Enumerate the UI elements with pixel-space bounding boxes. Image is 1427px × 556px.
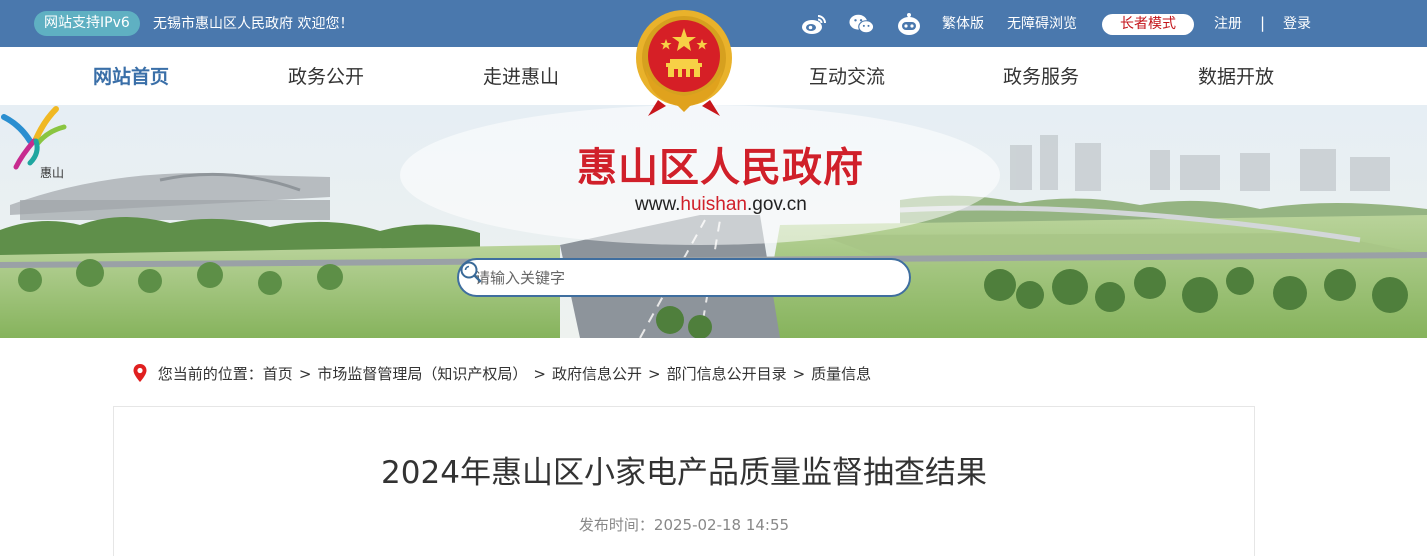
nav-item-about-huishan[interactable]: 走进惠山 <box>441 47 601 105</box>
breadcrumb-prefix: 您当前的位置： <box>157 365 263 383</box>
site-url-prefix: www. <box>635 194 681 215</box>
search-icon[interactable] <box>459 260 483 284</box>
banner-landscape-image <box>0 105 1427 338</box>
welcome-text: 无锡市惠山区人民政府 欢迎您！ <box>153 16 354 32</box>
nav-item-open-data[interactable]: 数据开放 <box>1156 47 1316 105</box>
login-link[interactable]: 登录 <box>1283 15 1311 33</box>
site-url-domain: huishan <box>680 194 747 215</box>
location-pin-icon <box>133 364 147 382</box>
search-box <box>457 258 911 297</box>
huishan-logo-icon: 惠山 <box>1 106 67 180</box>
search-input[interactable] <box>475 268 855 288</box>
elder-mode-button[interactable]: 长者模式 <box>1102 14 1194 35</box>
article-container: 2024年惠山区小家电产品质量监督抽查结果 发布时间：2025-02-18 14… <box>113 406 1255 556</box>
breadcrumb-info-disclosure[interactable]: 政府信息公开 <box>552 365 642 383</box>
site-url-suffix: .gov.cn <box>746 194 807 215</box>
site-title: 惠山区人民政府 <box>577 144 864 191</box>
wechat-icon[interactable] <box>849 12 875 36</box>
nav-item-home[interactable]: 网站首页 <box>51 47 211 105</box>
breadcrumb-separator: > <box>298 365 312 383</box>
nav-item-interaction[interactable]: 互动交流 <box>767 47 927 105</box>
breadcrumb-separator: > <box>533 365 546 383</box>
breadcrumb-quality-info[interactable]: 质量信息 <box>811 365 871 383</box>
robot-icon[interactable] <box>896 12 922 36</box>
nav-item-government-affairs[interactable]: 政务公开 <box>246 47 406 105</box>
header-banner: 惠山 惠山区人民政府 www.huishan.gov.cn <box>0 105 1427 338</box>
register-link[interactable]: 注册 <box>1214 15 1242 33</box>
breadcrumb-department-catalog[interactable]: 部门信息公开目录 <box>667 365 787 383</box>
accessible-browse-link[interactable]: 无障碍浏览 <box>1007 15 1077 33</box>
logo-text: 惠山 <box>40 166 64 180</box>
breadcrumb-market-supervision[interactable]: 市场监督管理局（知识产权局） <box>317 365 527 383</box>
weibo-icon[interactable] <box>801 12 827 36</box>
nav-item-services[interactable]: 政务服务 <box>961 47 1121 105</box>
national-emblem-icon <box>636 10 732 116</box>
breadcrumb-separator: > <box>648 365 661 383</box>
publish-time: 发布时间：2025-02-18 14:55 <box>578 516 790 534</box>
separator: | <box>1260 14 1266 32</box>
breadcrumb: 您当前的位置：首页 > 市场监督管理局（知识产权局） > 政府信息公开 > 部门信息公开目录… <box>133 364 871 384</box>
breadcrumb-home[interactable]: 首页 <box>263 365 293 383</box>
breadcrumb-separator: > <box>792 365 806 383</box>
article-title: 2024年惠山区小家电产品质量监督抽查结果 <box>381 455 987 491</box>
traditional-chinese-link[interactable]: 繁体版 <box>942 15 984 33</box>
ipv6-badge: 网站支持IPv6 <box>34 11 140 36</box>
site-url: www.huishan.gov.cn <box>635 193 807 217</box>
